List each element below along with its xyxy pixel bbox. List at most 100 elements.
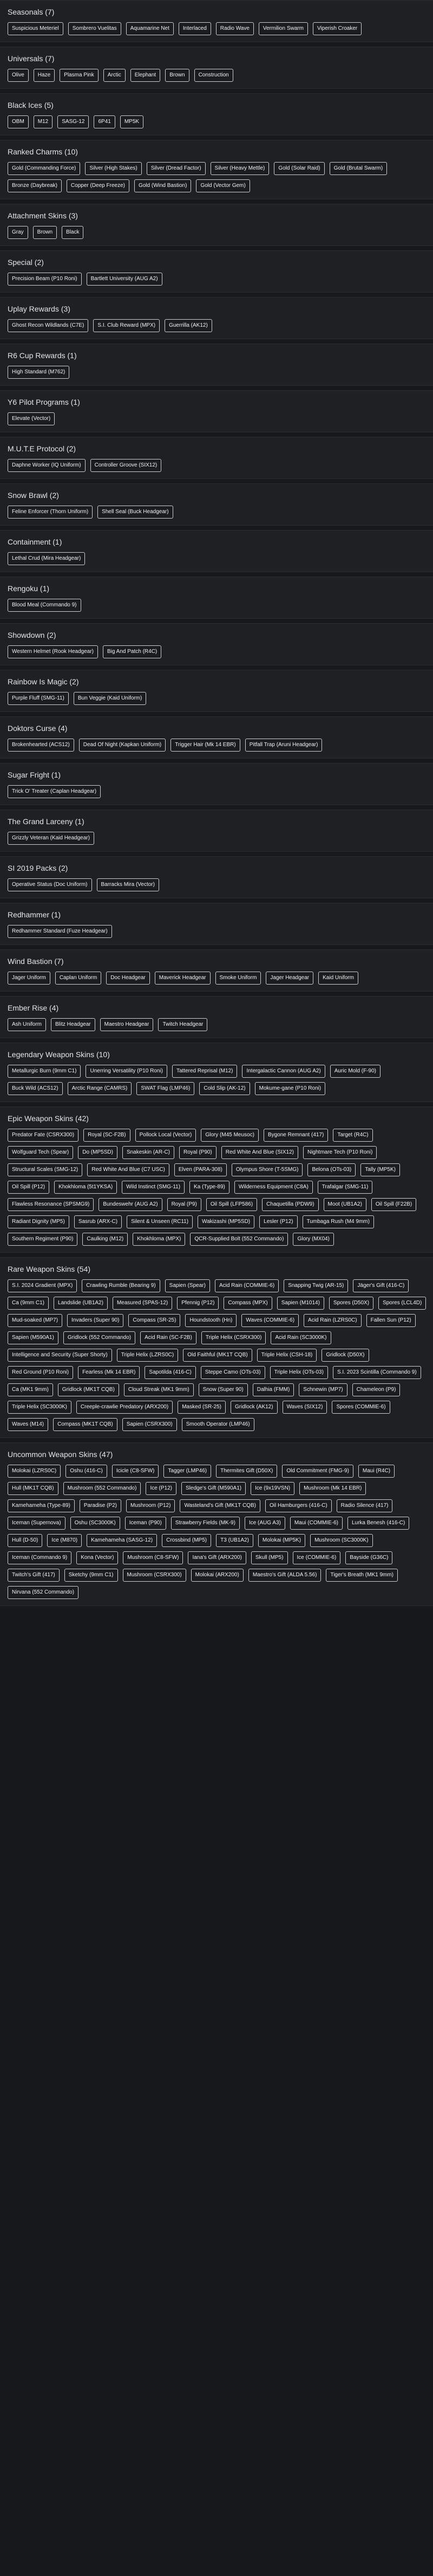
skin-chip[interactable]: Arctic — [103, 69, 126, 82]
skin-chip[interactable]: S.I. 2024 Gradient (MPX) — [8, 1279, 77, 1292]
skin-chip[interactable]: Oil Spill (P12) — [8, 1181, 50, 1194]
skin-chip[interactable]: T3 (UB1A2) — [216, 1534, 253, 1547]
skin-chip[interactable]: Fearless (Mk 14 EBR) — [78, 1366, 140, 1379]
skin-chip[interactable]: Red White And Blue (SIX12) — [221, 1146, 298, 1159]
skin-chip[interactable]: Wakizashi (MP5SD) — [198, 1215, 255, 1228]
skin-chip[interactable]: Ghost Recon Wildlands (C7E) — [8, 319, 89, 332]
skin-chip[interactable]: Auric Mold (F-90) — [330, 1065, 381, 1078]
skin-chip[interactable]: Waves (COMMIE-6) — [241, 1314, 299, 1327]
skin-chip[interactable]: Tiger's Breath (MK1 9mm) — [326, 1569, 398, 1582]
skin-chip[interactable]: Hull (D-50) — [8, 1534, 43, 1547]
skin-chip[interactable]: Smoke Uniform — [215, 972, 261, 985]
skin-chip[interactable]: Operative Status (Doc Uniform) — [8, 878, 92, 891]
skin-chip[interactable]: Mud-soaked (MP7) — [8, 1314, 63, 1327]
skin-chip[interactable]: Pfennig (P12) — [177, 1297, 219, 1310]
skin-chip[interactable]: Jager Uniform — [8, 972, 50, 985]
skin-chip[interactable]: Bygone Remnant (417) — [263, 1129, 329, 1142]
skin-chip[interactable]: Old Commitment (FMG-9) — [282, 1465, 353, 1478]
skin-chip[interactable]: Trafalgar (SMG-11) — [317, 1181, 373, 1194]
skin-chip[interactable]: Elevate (Vector) — [8, 412, 55, 425]
skin-chip[interactable]: Red White And Blue (C7 USC) — [87, 1163, 169, 1176]
skin-chip[interactable]: Gridlock (552 Commando) — [63, 1331, 136, 1344]
skin-chip[interactable]: Grizzly Veteran (Kaid Headgear) — [8, 832, 94, 845]
skin-chip[interactable]: Olive — [8, 69, 29, 82]
skin-chip[interactable]: Brown — [165, 69, 189, 82]
skin-chip[interactable]: Kamehameha (Type-89) — [8, 1499, 75, 1512]
skin-chip[interactable]: S.I. 2023 Scintilla (Commando 9) — [332, 1366, 421, 1379]
skin-chip[interactable]: Snow (Super 90) — [198, 1383, 248, 1396]
skin-chip[interactable]: MP5K — [120, 115, 144, 128]
skin-chip[interactable]: Ice (9x19VSN) — [251, 1482, 295, 1495]
skin-chip[interactable]: Plasma Pink — [60, 69, 99, 82]
skin-chip[interactable]: Royal (P90) — [179, 1146, 216, 1159]
skin-chip[interactable]: Ka (Type-89) — [189, 1181, 229, 1194]
skin-chip[interactable]: Purple Fluff (SMG-11) — [8, 692, 69, 705]
skin-chip[interactable]: Old Faithful (MK1T CQB) — [183, 1349, 252, 1362]
skin-chip[interactable]: Oil Spill (LFP586) — [206, 1198, 258, 1211]
skin-chip[interactable]: Radio Silence (417) — [336, 1499, 393, 1512]
skin-chip[interactable]: Elephant — [130, 69, 161, 82]
skin-chip[interactable]: Bronze (Daybreak) — [8, 179, 62, 192]
skin-chip[interactable]: Gold (Wind Bastion) — [134, 179, 192, 192]
skin-chip[interactable]: Waves (SIX12) — [282, 1401, 327, 1414]
skin-chip[interactable]: Ice (M870) — [47, 1534, 82, 1547]
skin-chip[interactable]: Ca (MK1 9mm) — [8, 1383, 53, 1396]
skin-chip[interactable]: Masked (SR-25) — [178, 1401, 226, 1414]
skin-chip[interactable]: Icicle (C8-SFW) — [111, 1465, 159, 1478]
skin-chip[interactable]: High Standard (M762) — [8, 366, 70, 379]
skin-chip[interactable]: Blood Meal (Commando 9) — [8, 599, 81, 612]
skin-chip[interactable]: Twitch's Gift (417) — [8, 1569, 60, 1582]
skin-chip[interactable]: Kaid Uniform — [318, 972, 358, 985]
skin-chip[interactable]: Dalhia (FMM) — [252, 1383, 294, 1396]
skin-chip[interactable]: Thermites Gift (D50X) — [216, 1465, 278, 1478]
skin-chip[interactable]: Glory (M45 Meusoc) — [201, 1129, 259, 1142]
skin-chip[interactable]: Vermilion Swarm — [258, 22, 308, 35]
skin-chip[interactable]: Gridlock (MK1T CQB) — [57, 1383, 119, 1396]
skin-chip[interactable]: Lesler (P12) — [259, 1215, 298, 1228]
skin-chip[interactable]: Gold (Commanding Force) — [8, 162, 81, 175]
skin-chip[interactable]: Olympus Shore (T-5SMG) — [231, 1163, 303, 1176]
skin-chip[interactable]: Interlaced — [178, 22, 211, 35]
skin-chip[interactable]: Ice (AUG A3) — [244, 1517, 285, 1530]
skin-chip[interactable]: Caplan Uniform — [55, 972, 102, 985]
skin-chip[interactable]: Triple Helix (SC3000K) — [8, 1401, 71, 1414]
skin-chip[interactable]: Paradise (P2) — [79, 1499, 121, 1512]
skin-chip[interactable]: Intelligence and Security (Super Shorty) — [8, 1349, 112, 1362]
skin-chip[interactable]: Oshu (SC3000K) — [70, 1517, 120, 1530]
skin-chip[interactable]: Triple Helix (CSRX300) — [201, 1331, 266, 1344]
skin-chip[interactable]: Lurka Benesh (416-C) — [347, 1517, 410, 1530]
skin-chip[interactable]: Redhammer Standard (Fuze Headgear) — [8, 925, 112, 938]
skin-chip[interactable]: Do (MP5SD) — [78, 1146, 117, 1159]
skin-chip[interactable]: Sapotilda (416-C) — [145, 1366, 196, 1379]
skin-chip[interactable]: Crawling Rumble (Bearing 9) — [82, 1279, 160, 1292]
skin-chip[interactable]: Viperish Croaker — [312, 22, 362, 35]
skin-chip[interactable]: Hull (MK1T CQB) — [8, 1482, 58, 1495]
skin-chip[interactable]: Nirvana (552 Commando) — [8, 1586, 79, 1599]
skin-chip[interactable]: Maui (R4C) — [358, 1465, 395, 1478]
skin-chip[interactable]: Wolfguard Tech (Spear) — [8, 1146, 74, 1159]
skin-chip[interactable]: Cloud Streak (MK1 9mm) — [123, 1383, 194, 1396]
skin-chip[interactable]: Wild Instinct (SMG-11) — [122, 1181, 185, 1194]
skin-chip[interactable]: Maui (COMMIE-6) — [290, 1517, 343, 1530]
skin-chip[interactable]: Triple Helix (OTs-03) — [270, 1366, 328, 1379]
skin-chip[interactable]: Measured (SPAS-12) — [112, 1297, 173, 1310]
skin-chip[interactable]: 6P41 — [94, 115, 115, 128]
skin-chip[interactable]: Structural Scales (SMG-12) — [8, 1163, 83, 1176]
skin-chip[interactable]: QCR-Supplied Bolt (552 Commando) — [190, 1233, 288, 1246]
skin-chip[interactable]: Guerrilla (AK12) — [165, 319, 212, 332]
skin-chip[interactable]: Spores (LCL4D) — [378, 1297, 427, 1310]
skin-chip[interactable]: Compass (SR-25) — [128, 1314, 181, 1327]
skin-chip[interactable]: Khokhloma (MPX) — [133, 1233, 186, 1246]
skin-chip[interactable]: Spores (COMMIE-6) — [332, 1401, 390, 1414]
skin-chip[interactable]: Mushroom (SC3000K) — [310, 1534, 373, 1547]
skin-chip[interactable]: Steppe Camo (OTs-03) — [200, 1366, 265, 1379]
skin-chip[interactable]: Caulking (M12) — [82, 1233, 128, 1246]
skin-chip[interactable]: Red Ground (P10 Roni) — [8, 1366, 74, 1379]
skin-chip[interactable]: Mushroom (P12) — [126, 1499, 175, 1512]
skin-chip[interactable]: Bartlett University (AUG A2) — [86, 273, 162, 286]
skin-chip[interactable]: Compass (MPX) — [224, 1297, 272, 1310]
skin-chip[interactable]: SASG-12 — [57, 115, 89, 128]
skin-chip[interactable]: Construction — [194, 69, 233, 82]
skin-chip[interactable]: Bundeswehr (AUG A2) — [99, 1198, 162, 1211]
skin-chip[interactable]: Molokai (MP5K) — [258, 1534, 306, 1547]
